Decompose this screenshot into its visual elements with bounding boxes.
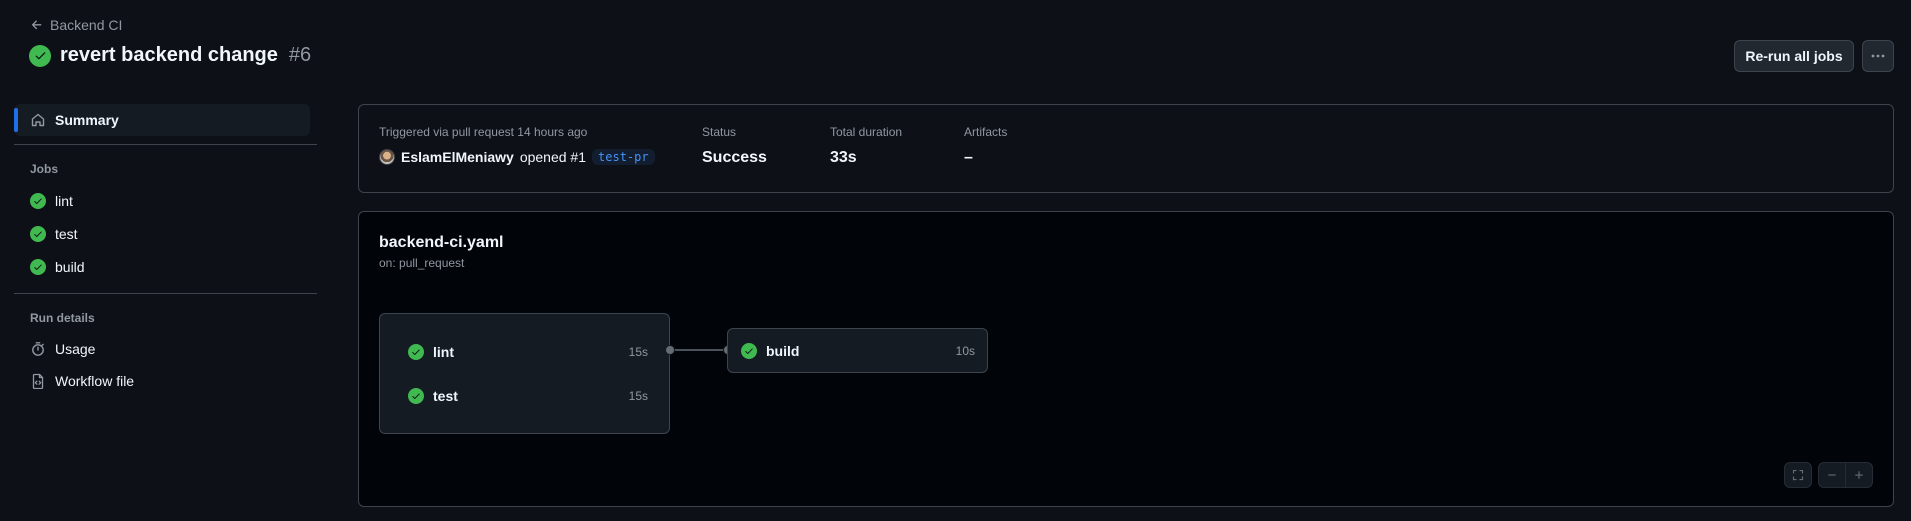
trigger-user-link[interactable]: EslamElMeniawy — [401, 149, 514, 165]
job-name: build — [766, 342, 800, 359]
job-node-build[interactable]: build 10s — [727, 328, 988, 373]
artifacts-label: Artifacts — [964, 125, 1008, 139]
sidebar-item-label: Workflow file — [55, 373, 135, 389]
workflow-graph-panel: backend-ci.yaml on: pull_request lint 15… — [358, 211, 1894, 507]
minus-icon — [1826, 469, 1838, 481]
status-label: Status — [702, 125, 737, 139]
sidebar-item-summary[interactable]: Summary — [14, 104, 310, 136]
job-duration: 15s — [628, 345, 648, 359]
sidebar-item-label: build — [55, 258, 85, 275]
success-check-icon — [741, 342, 757, 359]
plus-icon — [1853, 469, 1865, 481]
stopwatch-icon — [30, 341, 46, 357]
duration-info: Total duration 33s — [830, 125, 902, 167]
success-check-icon — [30, 258, 46, 275]
success-check-icon — [30, 225, 46, 242]
active-indicator — [14, 108, 18, 132]
success-check-icon — [30, 192, 46, 209]
file-code-icon — [30, 373, 46, 389]
branch-tag[interactable]: test-pr — [592, 149, 655, 165]
workflow-trigger: on: pull_request — [379, 256, 465, 270]
job-name: lint — [433, 344, 454, 360]
sidebar-item-usage[interactable]: Usage — [14, 333, 317, 365]
status-info: Status Success — [702, 125, 767, 167]
jobs-heading: Jobs — [30, 162, 59, 176]
workflow-file-name: backend-ci.yaml — [379, 234, 504, 251]
artifacts-value: – — [964, 149, 973, 166]
run-details-heading: Run details — [30, 311, 95, 325]
run-number: #6 — [288, 44, 312, 66]
sidebar-item-label: lint — [55, 192, 73, 209]
sidebar-item-label: Summary — [55, 112, 119, 128]
trigger-label: Triggered via pull request 14 hours ago — [379, 125, 588, 139]
success-check-icon — [408, 388, 424, 404]
home-icon — [30, 112, 46, 128]
sidebar-divider — [14, 144, 317, 145]
trigger-action[interactable]: opened #1 — [520, 149, 586, 165]
duration-label: Total duration — [830, 125, 903, 139]
zoom-out-button[interactable] — [1818, 462, 1846, 488]
sidebar-item-lint[interactable]: lint — [14, 184, 317, 217]
status-value: Success — [702, 149, 767, 166]
sidebar-item-workflow-file[interactable]: Workflow file — [14, 365, 317, 397]
zoom-in-button[interactable] — [1845, 462, 1873, 488]
arrow-left-icon — [30, 18, 44, 32]
sidebar-item-label: test — [55, 225, 78, 242]
sidebar-item-label: Usage — [55, 341, 96, 357]
page-title-row: revert backend change #6 — [29, 44, 311, 67]
sidebar-item-build[interactable]: build — [14, 250, 317, 283]
rerun-all-jobs-button[interactable]: Re-run all jobs — [1734, 40, 1854, 72]
sidebar-divider — [14, 293, 317, 294]
run-summary-panel: Triggered via pull request 14 hours ago … — [358, 104, 1894, 193]
job-duration: 10s — [955, 343, 975, 358]
artifacts-info: Artifacts – — [964, 125, 1007, 167]
more-options-button[interactable] — [1862, 40, 1894, 72]
job-node-lint[interactable]: lint 15s — [408, 342, 648, 362]
success-check-icon — [408, 344, 424, 360]
duration-value: 33s — [830, 149, 857, 166]
trigger-info: Triggered via pull request 14 hours ago … — [379, 125, 655, 165]
kebab-horizontal-icon — [1870, 48, 1886, 64]
avatar[interactable] — [379, 149, 395, 165]
job-name: test — [433, 388, 458, 404]
fullscreen-icon — [1792, 469, 1804, 481]
sidebar: Summary Jobs lint test build Run details — [14, 104, 317, 397]
job-duration: 15s — [628, 389, 648, 403]
back-link[interactable]: Backend CI — [30, 17, 122, 33]
back-link-label: Backend CI — [50, 17, 123, 33]
job-connector — [665, 345, 733, 355]
fullscreen-button[interactable] — [1784, 462, 1812, 488]
job-group: lint 15s test 15s — [379, 313, 670, 434]
page-title: revert backend change — [60, 44, 278, 66]
job-node-test[interactable]: test 15s — [408, 386, 648, 406]
sidebar-item-test[interactable]: test — [14, 217, 317, 250]
success-check-icon — [29, 44, 51, 67]
